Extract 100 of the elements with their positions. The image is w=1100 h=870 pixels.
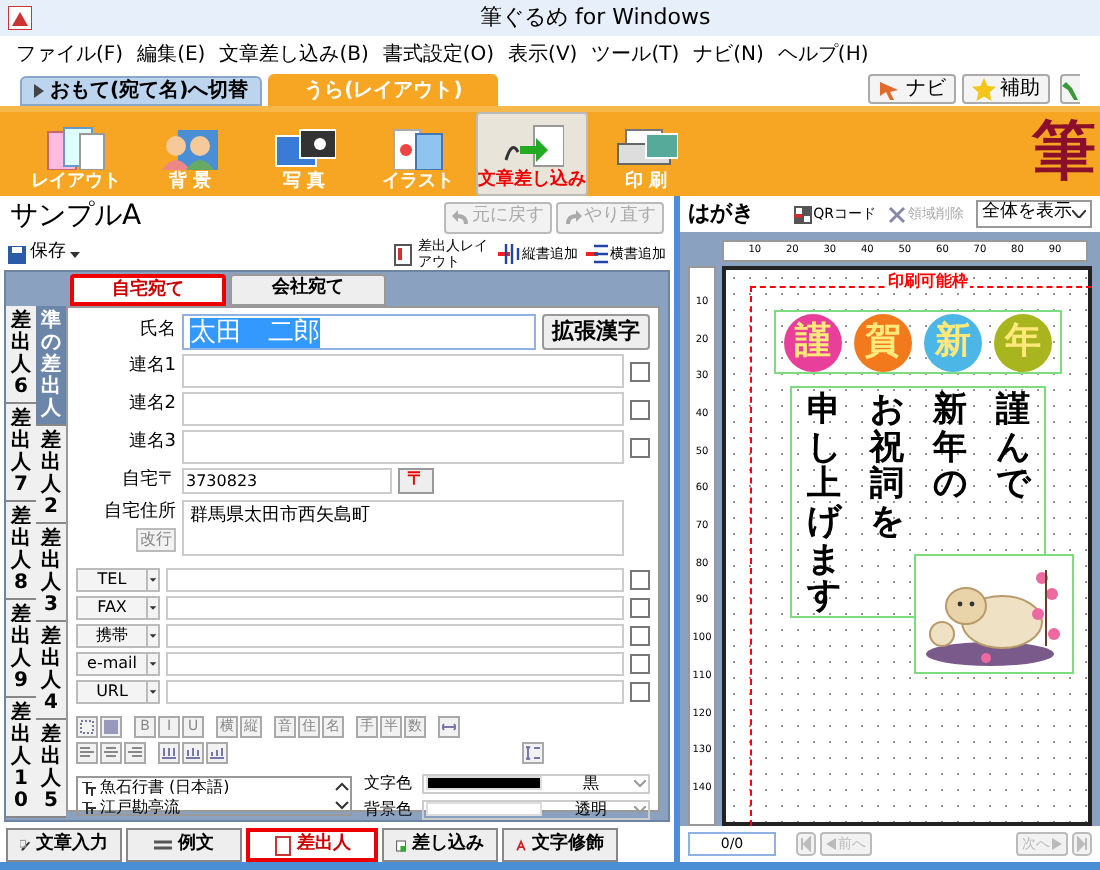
left-triangle-icon bbox=[826, 838, 836, 850]
pointer-icon bbox=[878, 77, 902, 101]
postal-lookup-button[interactable]: 〒 bbox=[398, 468, 434, 495]
checkbox[interactable] bbox=[630, 569, 650, 589]
text-field[interactable] bbox=[166, 679, 624, 703]
menu-item[interactable]: 文章差し込み(B) bbox=[219, 39, 369, 69]
field-label: 氏名 bbox=[138, 318, 176, 345]
caret-icon bbox=[1072, 210, 1086, 218]
text-field[interactable] bbox=[182, 354, 624, 388]
bottom-tab[interactable]: 文章入力 bbox=[6, 828, 122, 862]
contact-type-dropdown[interactable]: TEL bbox=[76, 567, 160, 591]
help-button[interactable]: ナビ bbox=[868, 74, 956, 104]
window-title: 筆ぐるめ for Windows bbox=[480, 1, 711, 34]
distribute-icon bbox=[162, 745, 176, 759]
sender-tab[interactable]: 差出人7 bbox=[6, 404, 36, 502]
font-list-item[interactable]: 魚石行書 (日本語) bbox=[100, 778, 230, 798]
frame-icon bbox=[80, 719, 94, 733]
bottom-tab[interactable]: 例文 bbox=[126, 828, 242, 862]
checkbox[interactable] bbox=[630, 625, 650, 645]
align-center-icon bbox=[104, 745, 118, 759]
contact-type-dropdown[interactable]: URL bbox=[76, 679, 160, 703]
toolbar-button[interactable]: 文章差し込み bbox=[476, 112, 588, 196]
distribute-button[interactable] bbox=[206, 741, 228, 763]
checkbox[interactable] bbox=[630, 681, 650, 701]
text-field[interactable] bbox=[166, 595, 624, 619]
text-field[interactable] bbox=[166, 567, 624, 591]
sender-tab[interactable]: 差出人4 bbox=[36, 622, 66, 720]
font-list[interactable]: 魚石行書 (日本語) 江戸勘亭流 bbox=[76, 776, 352, 816]
text-field[interactable] bbox=[182, 392, 624, 426]
caret-icon bbox=[146, 569, 158, 589]
menu-item[interactable]: ナビ(N) bbox=[693, 39, 764, 69]
photo-icon bbox=[272, 126, 336, 170]
postcard-icon bbox=[44, 126, 108, 170]
sender-tab[interactable]: 差出人9 bbox=[6, 600, 36, 698]
field-label: 連名3 bbox=[126, 430, 176, 456]
zoom-dropdown[interactable]: 全体を表示 bbox=[976, 200, 1092, 228]
checkbox[interactable] bbox=[630, 653, 650, 673]
checkbox[interactable] bbox=[630, 597, 650, 617]
sender-tab[interactable]: 差出人10 bbox=[6, 698, 36, 818]
sender-tab[interactable]: 差出人3 bbox=[36, 524, 66, 622]
line-spacing-icon bbox=[526, 745, 540, 759]
star-icon bbox=[972, 77, 996, 101]
frame-button[interactable] bbox=[76, 715, 98, 737]
text-field[interactable] bbox=[182, 430, 624, 464]
line-spacing-button[interactable] bbox=[522, 741, 544, 763]
field-label: 連名2 bbox=[126, 392, 176, 418]
font-type-icon bbox=[82, 801, 96, 814]
caret-icon bbox=[146, 653, 158, 673]
align-center-button[interactable] bbox=[100, 741, 122, 763]
distribute-button[interactable] bbox=[158, 741, 180, 763]
menu-item[interactable]: ツール(T) bbox=[591, 39, 680, 69]
color-dropdown[interactable]: 黒 bbox=[422, 773, 650, 793]
checkbox[interactable] bbox=[630, 399, 650, 419]
align-left-button[interactable] bbox=[76, 741, 98, 763]
save-button[interactable]: 保存 bbox=[8, 240, 80, 268]
contact-type-dropdown[interactable]: 携帯 bbox=[76, 623, 160, 647]
fill-icon bbox=[104, 719, 118, 733]
field-label: 連名1 bbox=[126, 354, 176, 380]
card-icon bbox=[394, 243, 416, 265]
fill-button[interactable] bbox=[100, 715, 122, 737]
bottom-tab[interactable]: 文字修飾 bbox=[502, 828, 618, 862]
distribute-icon bbox=[210, 745, 224, 759]
align-right-button[interactable] bbox=[124, 741, 146, 763]
sender-tab[interactable]: 差出人5 bbox=[36, 720, 66, 818]
address-tab[interactable]: 会社宛て bbox=[230, 274, 386, 306]
tool-button[interactable] bbox=[1060, 74, 1080, 104]
text-field[interactable] bbox=[166, 623, 624, 647]
menu-item[interactable]: ファイル(F) bbox=[16, 39, 124, 69]
color-dropdown[interactable]: 透明 bbox=[422, 799, 650, 819]
paper-type-label: はがき bbox=[688, 197, 754, 230]
help-button[interactable]: 補助 bbox=[962, 74, 1050, 104]
font-list-item[interactable]: 江戸勘亭流 bbox=[100, 798, 180, 814]
text-field[interactable] bbox=[166, 651, 624, 675]
menu-item[interactable]: 表示(V) bbox=[508, 39, 578, 69]
spacing-button[interactable] bbox=[438, 715, 460, 737]
address-field[interactable]: 群馬県太田市西矢島町 bbox=[182, 499, 624, 555]
sender-tab[interactable]: 差出人2 bbox=[36, 426, 66, 524]
extended-kanji-button[interactable]: 拡張漢字 bbox=[542, 314, 650, 350]
checkbox[interactable] bbox=[630, 361, 650, 381]
menu-item[interactable]: 編集(E) bbox=[137, 39, 206, 69]
distribute-button[interactable] bbox=[182, 741, 204, 763]
sender-tab[interactable]: 差出人6 bbox=[6, 306, 36, 404]
mode-tab[interactable]: おもて(宛て名)へ切替 bbox=[20, 76, 263, 106]
people-picture-icon bbox=[158, 126, 222, 170]
sender-tab[interactable]: 差出人8 bbox=[6, 502, 36, 600]
checkbox[interactable] bbox=[630, 437, 650, 457]
menu-item[interactable]: 書式設定(O) bbox=[382, 39, 495, 69]
postal-code-field[interactable]: 3730823 bbox=[182, 468, 392, 495]
address-tab[interactable]: 自宅宛て bbox=[70, 274, 226, 306]
sender-tab[interactable]: 準の差出人 bbox=[36, 306, 66, 426]
bottom-tab[interactable]: 差出人 bbox=[246, 828, 378, 862]
logo-text: 筆 bbox=[1032, 118, 1096, 182]
bottom-tab[interactable]: 差し込み bbox=[382, 828, 498, 862]
horizontal-text-icon bbox=[586, 243, 608, 265]
contact-type-dropdown[interactable]: FAX bbox=[76, 595, 160, 619]
contact-type-dropdown[interactable]: e-mail bbox=[76, 651, 160, 675]
caret-icon bbox=[634, 779, 646, 787]
caret-icon bbox=[146, 625, 158, 645]
menu-item[interactable]: ヘルプ(H) bbox=[777, 39, 869, 69]
caret-icon bbox=[146, 597, 158, 617]
